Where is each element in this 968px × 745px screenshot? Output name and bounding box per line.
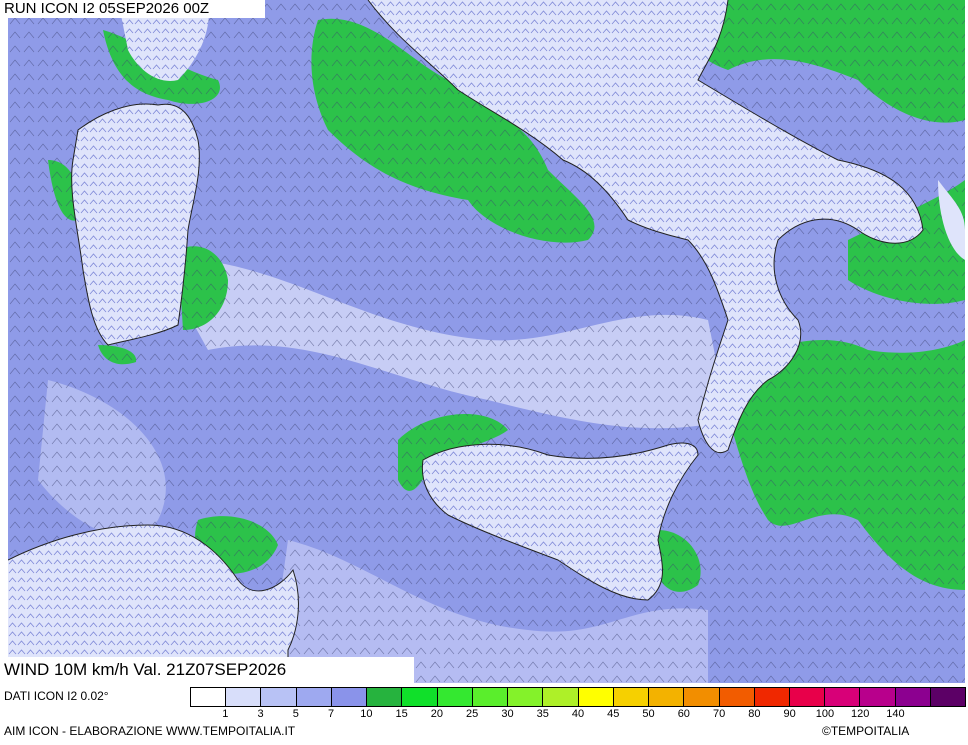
colorbar-tick-label: 5 [292, 708, 299, 720]
colorbar-swatch [402, 688, 438, 706]
wind-label: WIND 10M km/h Val. 21Z07SEP2026 [0, 657, 414, 683]
colorbar-swatch [649, 688, 685, 706]
colorbar-tick-label: 30 [501, 708, 514, 720]
colorbar-swatch [543, 688, 579, 706]
colorbar-tick-label: 80 [748, 708, 761, 720]
colorbar-swatch [437, 688, 473, 706]
colorbar-tick-label: 45 [607, 708, 620, 720]
colorbar-swatch [367, 688, 403, 706]
colorbar-swatch [508, 688, 544, 706]
colorbar-swatch [296, 688, 332, 706]
colorbar-tick-label: 1 [222, 708, 229, 720]
colorbar-tick-label: 25 [466, 708, 479, 720]
colorbar-swatch [226, 688, 262, 706]
colorbar-tick-label: 70 [712, 708, 726, 720]
colorbar-tick-label: 40 [571, 708, 585, 720]
colorbar-swatch [472, 688, 509, 706]
colorbar-tick-label: 140 [886, 708, 905, 720]
colorbar-tick-label: 35 [536, 708, 549, 720]
colorbar-swatch [860, 688, 896, 706]
colorbar-swatch [754, 688, 790, 706]
colorbar-swatch [789, 688, 826, 706]
colorbar-tick-label: 15 [395, 708, 408, 720]
colorbar-tick-label: 120 [850, 708, 870, 720]
colorbar-tick-label: 7 [328, 708, 335, 720]
colorbar-swatch [684, 688, 720, 706]
colorbar-tick-label: 90 [783, 708, 796, 720]
wind-map [8, 0, 965, 683]
colorbar-tick-label: 60 [677, 708, 690, 720]
copyright-label: ©TEMPOITALIA [822, 724, 910, 738]
run-label: RUN ICON I2 05SEP2026 00Z [0, 0, 214, 18]
colorbar-swatch [719, 688, 755, 706]
colorbar-tick-label: 100 [815, 708, 835, 720]
colorbar-swatch [930, 688, 966, 706]
colorbar-swatch [261, 688, 297, 706]
colorbar-tick-label: 50 [642, 708, 655, 720]
colorbar-swatch [613, 688, 650, 706]
credit-label: AIM ICON - ELABORAZIONE WWW.TEMPOITALIA.… [4, 724, 296, 738]
colorbar-swatch [825, 688, 861, 706]
dati-label: DATI ICON I2 0.02° [4, 689, 109, 703]
colorbar-swatch [578, 688, 614, 706]
colorbar-tick-label: 3 [257, 708, 264, 720]
colorbar-swatch [331, 688, 368, 706]
colorbar-swatch [895, 688, 931, 706]
colorbar-tick-label: 10 [360, 708, 373, 720]
colorbar-tick-label: 20 [430, 708, 444, 720]
colorbar-ticks: 1 3 5 7 10 15 20 25 30 35 40 45 50 60 70 80 90 100 120 140 [190, 708, 966, 722]
colorbar-swatch [191, 688, 227, 706]
wind-colorbar [190, 687, 966, 707]
